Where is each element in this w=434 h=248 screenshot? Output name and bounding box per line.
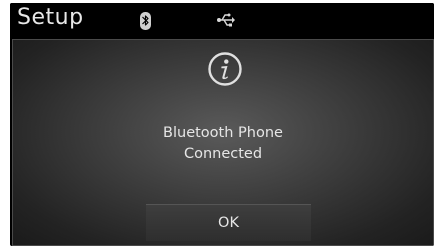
status-bar: Setup: [10, 3, 434, 37]
ok-button[interactable]: OK: [146, 204, 311, 241]
bluetooth-icon: [140, 12, 151, 30]
page-title: Setup: [17, 5, 84, 30]
dialog-message-line-1: Bluetooth Phone: [163, 125, 283, 141]
head-unit-screen: Setup Bluetooth Phone Connected OK: [10, 3, 434, 246]
notification-dialog: Bluetooth Phone Connected OK: [12, 39, 434, 246]
dialog-message: Bluetooth Phone Connected: [13, 123, 433, 165]
dialog-message-line-2: Connected: [183, 146, 263, 162]
usb-icon: [217, 12, 235, 32]
info-icon: [208, 52, 242, 86]
